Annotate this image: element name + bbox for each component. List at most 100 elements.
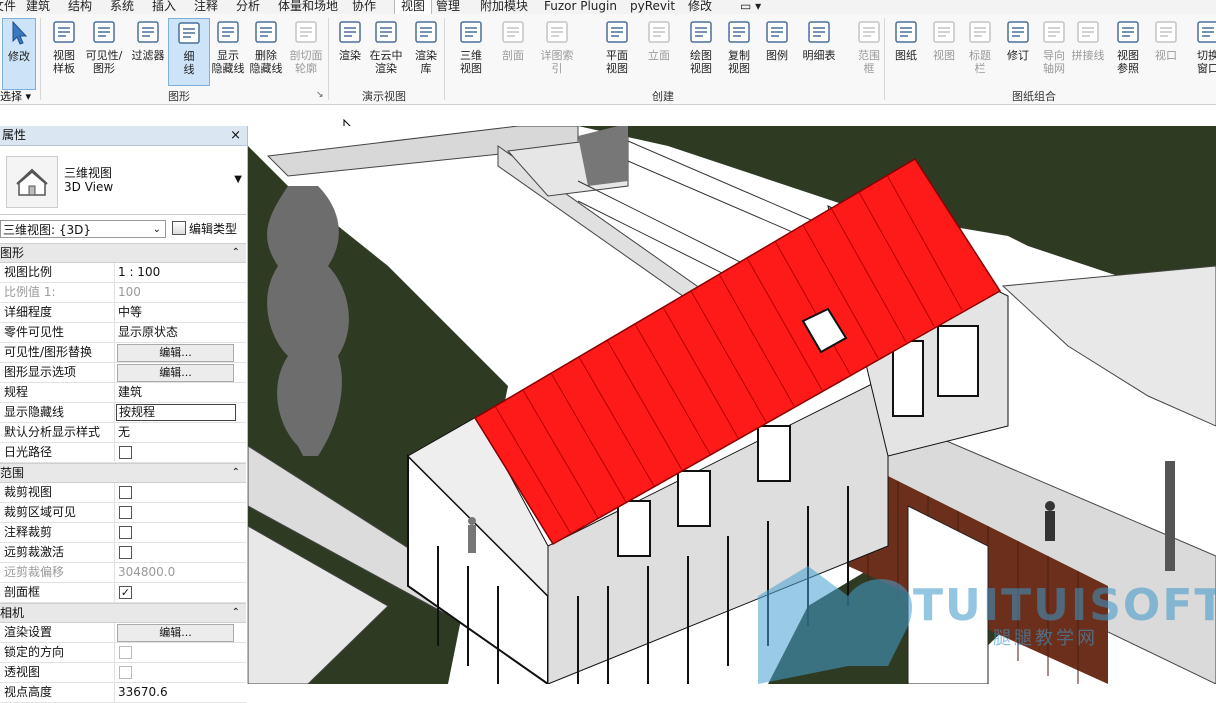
edit-type-button[interactable]: 编辑类型 <box>172 220 237 238</box>
house-3d-icon <box>16 168 48 196</box>
property-input[interactable]: 按规程 <box>116 404 236 421</box>
tab-7[interactable]: 体量和场地 <box>278 0 338 14</box>
3d-viewport[interactable]: TUITUISOFT 腿腿教学网 <box>248 126 1216 684</box>
render-gallery-icon <box>415 21 437 43</box>
sheet-button-8[interactable]: 切换 窗口 <box>1190 18 1216 75</box>
sheet-button-2[interactable]: 标题栏 <box>962 18 998 75</box>
tab-3[interactable]: 系统 <box>110 0 134 14</box>
edit-button[interactable]: 编辑... <box>117 624 234 642</box>
property-row: 远剪裁激活 <box>0 543 246 563</box>
select-dropdown[interactable]: 选择 ▾ <box>0 88 31 104</box>
sheet-button-4[interactable]: 导向 轴网 <box>1036 18 1072 75</box>
graphics-button-0[interactable]: 视图 样板 <box>44 18 84 75</box>
button-label <box>332 62 368 75</box>
property-checkbox[interactable] <box>119 546 132 559</box>
ribbon: 修改 选择 ▾ 视图 样板 可见性/图形 过滤器细线显示 隐藏线 删除 隐藏线 剖切面 轮廓 图… <box>0 14 1216 105</box>
create-button-5[interactable]: 绘图 视图 <box>680 18 722 75</box>
tab-13[interactable]: pyRevit <box>630 0 675 14</box>
view-instance-select[interactable]: 三维视图: {3D} ⌄ <box>0 220 166 238</box>
duplicate-view-icon <box>728 21 750 43</box>
property-value: 304800.0 <box>114 563 238 582</box>
create-button-8[interactable]: 明细表 <box>798 18 840 75</box>
property-row: 日光路径 <box>0 443 246 463</box>
graphics-button-6[interactable]: 剖切面 轮廓 <box>286 18 326 75</box>
button-label: 视图 <box>460 62 482 75</box>
tab-4[interactable]: 插入 <box>152 0 176 14</box>
tab-1[interactable]: 建筑 <box>26 0 50 14</box>
property-checkbox[interactable] <box>119 526 132 539</box>
button-label: 图纸 <box>895 49 917 62</box>
sheet-button-6[interactable]: 视图 参照 <box>1110 18 1146 75</box>
property-section-2[interactable]: 相机 ⌃ <box>0 603 246 623</box>
collapse-icon[interactable]: ⌃ <box>232 464 240 482</box>
tab-8[interactable]: 协作 <box>352 0 376 14</box>
ribbon-separator <box>444 18 445 100</box>
property-checkbox[interactable] <box>119 446 132 459</box>
create-button-1[interactable]: 剖面 <box>492 18 534 75</box>
property-checkbox <box>119 646 132 659</box>
tab-12[interactable]: Fuzor Plugin <box>544 0 617 14</box>
tab-6[interactable]: 分析 <box>236 0 260 14</box>
tab-11[interactable]: 附加模块 <box>480 0 528 14</box>
graphics-button-3[interactable]: 细线 <box>168 18 210 86</box>
close-icon[interactable]: × <box>230 126 241 145</box>
create-button-0[interactable]: 三维 视图 <box>450 18 492 75</box>
tab-0[interactable]: 文件 <box>0 0 16 14</box>
property-checkbox[interactable] <box>119 506 132 519</box>
create-button-3[interactable]: 平面 视图 <box>596 18 638 75</box>
property-value[interactable]: 1 : 100 <box>114 263 238 282</box>
create-button-7[interactable]: 图例 <box>756 18 798 75</box>
collapse-icon[interactable]: ⌃ <box>232 604 240 622</box>
create-button-2[interactable]: 详图索引 <box>536 18 578 88</box>
sheet-button-1[interactable]: 视图 <box>926 18 962 75</box>
property-label: 裁剪区域可见 <box>4 505 77 519</box>
graphics-button-1[interactable]: 可见性/图形 <box>84 18 124 75</box>
sheet-button-0[interactable]: 图纸 <box>888 18 924 75</box>
property-label: 规程 <box>4 385 29 399</box>
property-section-1[interactable]: 范围 ⌃ <box>0 463 246 483</box>
tab-5[interactable]: 注释 <box>194 0 218 14</box>
modify-button[interactable]: 修改 <box>2 18 36 90</box>
create-button-4[interactable]: 立面 <box>638 18 680 75</box>
edit-button[interactable]: 编辑... <box>117 364 234 382</box>
graphics-button-2[interactable]: 过滤器 <box>128 18 168 75</box>
property-value[interactable]: 中等 <box>114 303 238 322</box>
sheet-button-5[interactable]: 拼接线 <box>1070 18 1106 75</box>
context-dropdown-icon[interactable]: ▭ ▾ <box>740 0 761 14</box>
property-value[interactable]: 建筑 <box>114 383 238 402</box>
view-type-name-cn: 三维视图 <box>64 166 113 180</box>
type-selector[interactable]: 三维视图 3D View ▼ <box>0 148 246 215</box>
tab-2[interactable]: 结构 <box>68 0 92 14</box>
property-value[interactable]: 显示原状态 <box>114 323 238 342</box>
presentation-button-0[interactable]: 渲染 <box>332 18 368 75</box>
collapse-icon[interactable]: ⌃ <box>232 244 240 262</box>
dialog-launcher-icon[interactable]: ↘ <box>316 90 324 100</box>
property-value[interactable]: 33670.6 <box>114 683 238 702</box>
graphics-button-4[interactable]: 显示 隐藏线 <box>208 18 248 75</box>
tab-10[interactable]: 管理 <box>436 0 460 14</box>
button-label: 删除 <box>255 49 277 62</box>
presentation-button-1[interactable]: 在云中 渲染 <box>368 18 404 75</box>
create-button-6[interactable]: 复制 视图 <box>718 18 760 75</box>
property-label: 默认分析显示样式 <box>4 425 101 439</box>
properties-header: 属性 × <box>0 126 247 146</box>
tab-14[interactable]: 修改 <box>688 0 712 14</box>
sheet-button-7[interactable]: 视口 <box>1148 18 1184 75</box>
property-row: 剖面框 ✓ <box>0 583 246 603</box>
sheet-button-3[interactable]: 修订 <box>1000 18 1036 75</box>
property-checkbox[interactable]: ✓ <box>119 586 132 599</box>
property-section-0[interactable]: 图形 ⌃ <box>0 243 246 263</box>
button-label: 视图 <box>690 62 712 75</box>
button-label: 渲染 <box>375 62 397 75</box>
presentation-button-2[interactable]: 渲染库 <box>408 18 444 75</box>
property-value[interactable]: 无 <box>114 423 238 442</box>
chevron-down-icon[interactable]: ▼ <box>234 174 242 185</box>
button-label: 导向 <box>1043 49 1065 62</box>
floor-plan-icon <box>606 21 628 43</box>
button-label: 明细表 <box>802 49 836 62</box>
edit-button[interactable]: 编辑... <box>117 344 234 362</box>
tab-9[interactable]: 视图 <box>394 0 433 14</box>
viewport-icon <box>1155 21 1177 43</box>
property-checkbox[interactable] <box>119 486 132 499</box>
graphics-button-5[interactable]: 删除 隐藏线 <box>246 18 286 75</box>
